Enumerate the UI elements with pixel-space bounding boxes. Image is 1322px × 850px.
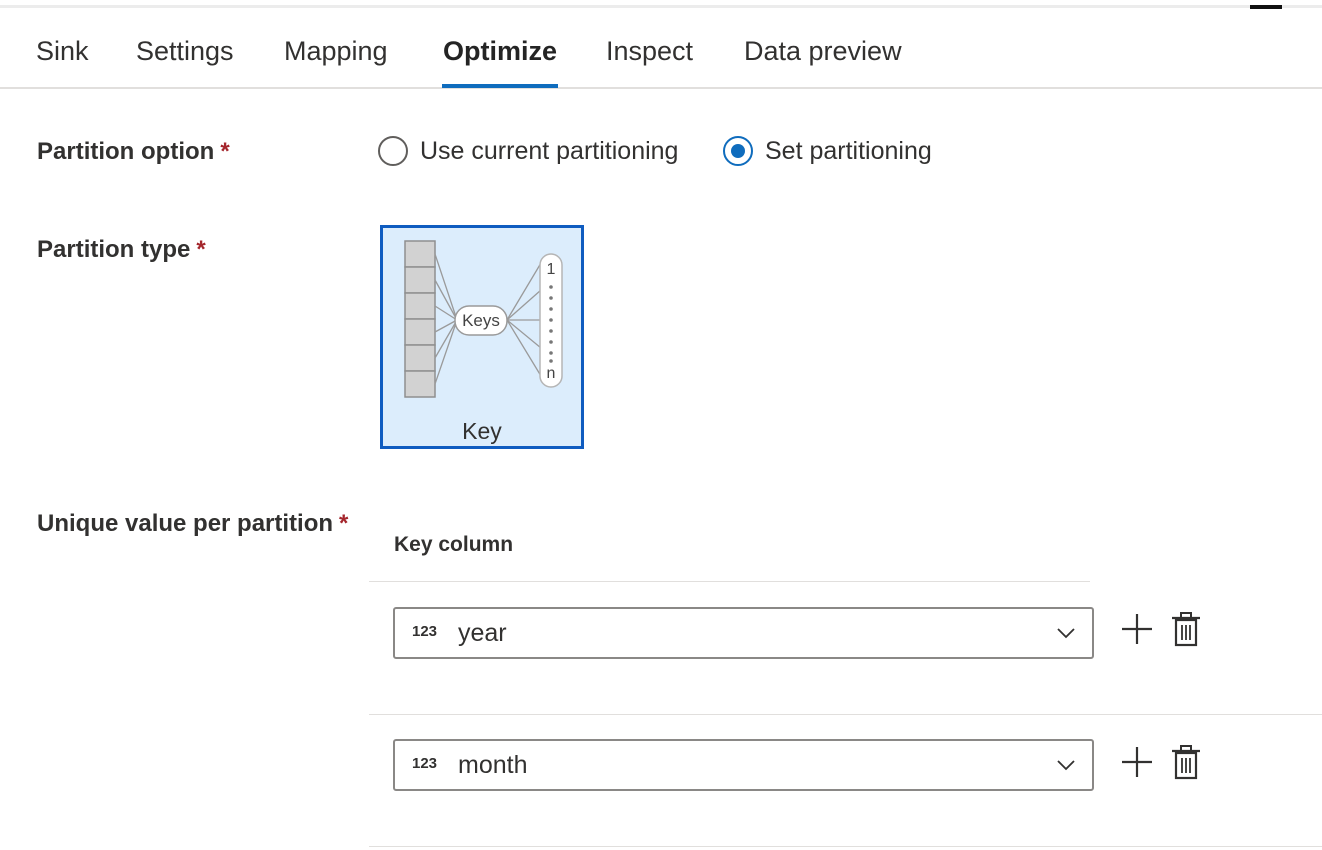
- chevron-down-icon: [1057, 628, 1075, 639]
- tab-sink[interactable]: Sink: [36, 36, 89, 67]
- partition-type-tile-label: Key: [462, 418, 502, 444]
- required-asterisk: *: [196, 236, 206, 263]
- select-value: month: [458, 751, 528, 779]
- tab-optimize[interactable]: Optimize: [443, 36, 557, 67]
- partition-type-label-text: Partition type: [37, 236, 191, 263]
- required-asterisk: *: [220, 138, 230, 165]
- key-column-header: Key column: [394, 533, 514, 556]
- keys-diagram-label: Keys: [462, 311, 500, 330]
- radio-use-current-partitioning[interactable]: Use current partitioning: [378, 136, 678, 166]
- tab-mapping[interactable]: Mapping: [284, 36, 388, 67]
- numeric-type-icon: 123: [412, 623, 438, 640]
- row-divider: [369, 714, 1322, 715]
- select-value: year: [458, 619, 507, 647]
- radio-dot: [731, 144, 745, 158]
- key-column-select-month[interactable]: 123 month: [393, 739, 1094, 791]
- range-end-label: n: [547, 365, 556, 382]
- radio-label: Set partitioning: [765, 136, 932, 165]
- numeric-type-icon: 123: [412, 755, 438, 772]
- tab-settings[interactable]: Settings: [136, 36, 234, 67]
- radio-label: Use current partitioning: [420, 136, 679, 165]
- partition-option-label: Partition option *: [37, 138, 230, 166]
- tab-bar: Sink Settings Mapping Optimize Inspect D…: [0, 0, 1322, 89]
- tab-data-preview[interactable]: Data preview: [744, 36, 902, 67]
- row-divider: [369, 846, 1322, 847]
- unique-value-label: Unique value per partition *: [37, 510, 348, 538]
- unique-value-label-text: Unique value per partition: [37, 510, 334, 537]
- header-divider: [369, 581, 1090, 582]
- range-start-label: 1: [547, 261, 556, 278]
- delete-icon[interactable]: [1166, 609, 1206, 649]
- add-icon[interactable]: [1117, 609, 1157, 649]
- partition-type-label: Partition type *: [37, 236, 206, 264]
- radio-checked-icon[interactable]: [723, 136, 753, 166]
- chevron-down-icon: [1057, 760, 1075, 771]
- key-column-select-year[interactable]: 123 year: [393, 607, 1094, 659]
- radio-unchecked-icon[interactable]: [378, 136, 408, 166]
- key-partition-diagram-icon: Keys 1 n: [404, 240, 563, 398]
- tab-inspect[interactable]: Inspect: [606, 36, 693, 67]
- partition-option-label-text: Partition option: [37, 138, 215, 165]
- add-icon[interactable]: [1117, 742, 1157, 782]
- required-asterisk: *: [339, 510, 349, 537]
- active-tab-indicator: [442, 84, 558, 88]
- delete-icon[interactable]: [1166, 742, 1206, 782]
- partition-type-key-tile[interactable]: Keys 1 n Key: [380, 225, 584, 449]
- radio-set-partitioning[interactable]: Set partitioning: [723, 136, 932, 166]
